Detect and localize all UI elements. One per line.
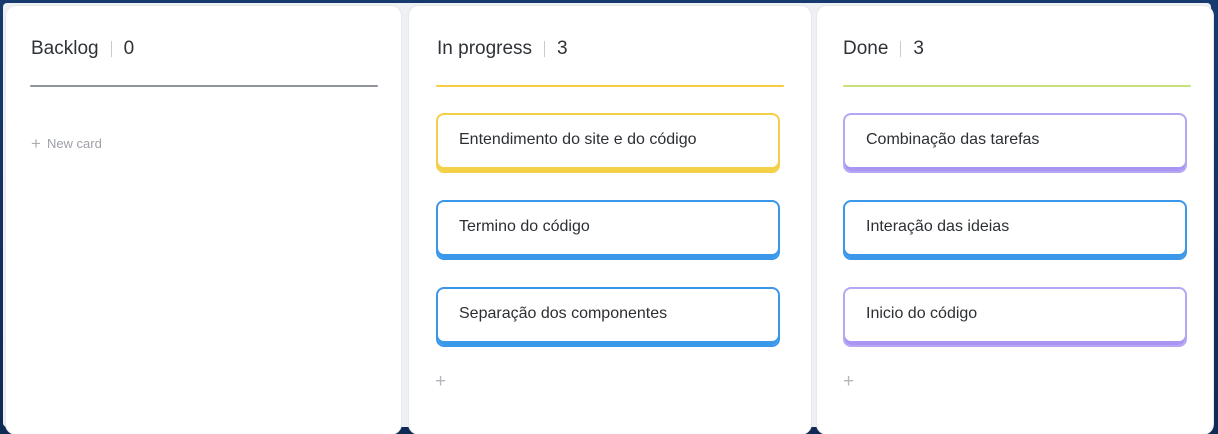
task-card[interactable]: Interação das ideias: [843, 200, 1187, 260]
column-header: Backlog 0: [31, 38, 134, 60]
card-title: Separação dos componentes: [459, 305, 668, 322]
task-card[interactable]: Separação dos componentes: [436, 287, 780, 347]
column-title: Done: [843, 38, 889, 59]
column-header: In progress 3: [437, 38, 568, 60]
column-count: 3: [557, 38, 568, 59]
column-backlog: Backlog 0 + New card: [6, 6, 401, 434]
column-in-progress: In progress 3 Entendimento do site e do …: [409, 6, 811, 434]
card-title: Inicio do código: [866, 305, 978, 322]
card-title: Combinação das tarefas: [866, 131, 1040, 148]
card-title: Termino do código: [459, 218, 590, 235]
column-count: 3: [913, 38, 924, 59]
plus-icon: +: [31, 134, 41, 153]
header-divider: [110, 41, 112, 57]
new-card-button[interactable]: + New card: [31, 135, 102, 152]
header-divider: [900, 41, 902, 57]
column-underline: [436, 85, 784, 87]
card-title: Interação das ideias: [866, 218, 1010, 235]
column-title: In progress: [437, 38, 533, 59]
new-card-label: New card: [46, 136, 102, 151]
column-underline: [30, 85, 378, 87]
column-underline: [843, 85, 1191, 87]
column-done: Done 3 Combinação das tarefas Interação …: [817, 6, 1213, 434]
task-card[interactable]: Combinação das tarefas: [843, 113, 1187, 173]
column-title: Backlog: [31, 38, 99, 59]
column-count: 0: [123, 38, 135, 59]
card-title: Entendimento do site e do código: [459, 131, 697, 148]
board-surface: Backlog 0 + New card In progress 3 Enten…: [3, 3, 1213, 434]
task-card[interactable]: Inicio do código: [843, 287, 1187, 347]
kanban-board: Backlog 0 + New card In progress 3 Enten…: [0, 0, 1218, 434]
task-card[interactable]: Entendimento do site e do código: [436, 113, 780, 173]
header-divider: [544, 41, 546, 57]
column-header: Done 3: [843, 38, 924, 60]
add-card-plus-icon[interactable]: +: [435, 372, 446, 391]
task-card[interactable]: Termino do código: [436, 200, 780, 260]
add-card-plus-icon[interactable]: +: [843, 372, 854, 391]
